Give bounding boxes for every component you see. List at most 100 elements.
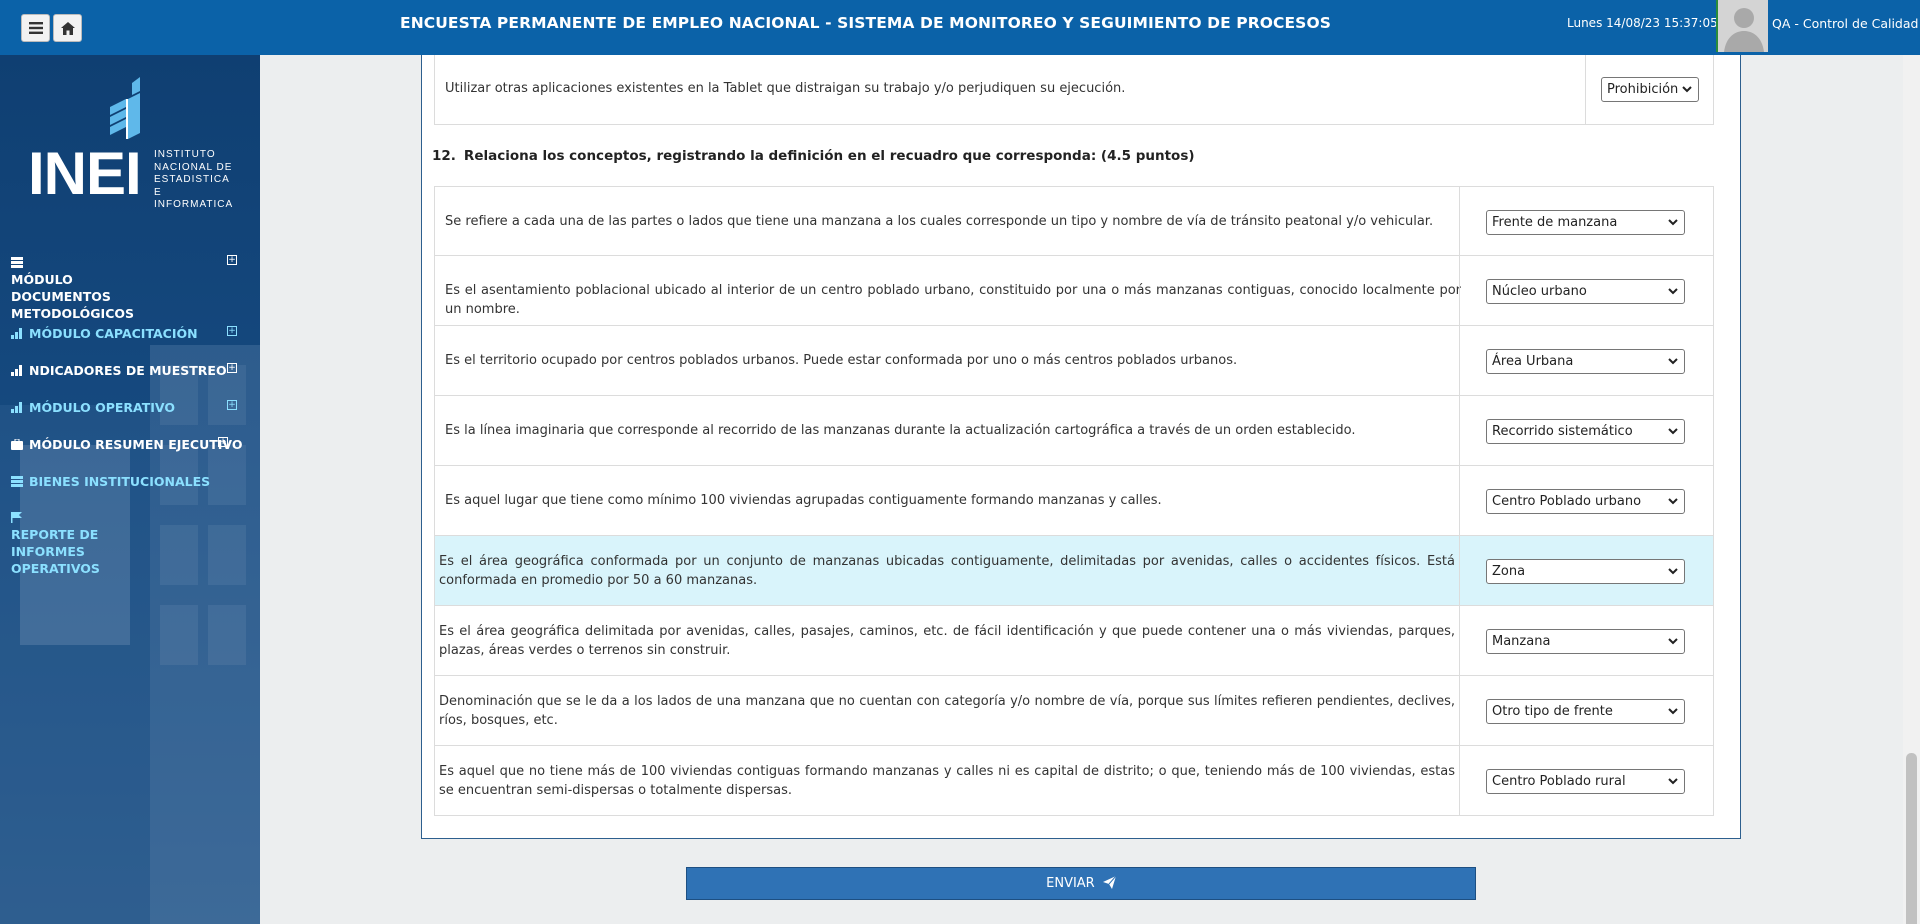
expand-plus-icon[interactable]: + xyxy=(227,255,237,265)
expand-plus-icon[interactable]: + xyxy=(218,437,228,447)
select-value: Centro Poblado rural xyxy=(1492,774,1626,789)
sidebar-item-label: MÓDULO RESUMEN EJECUTIVO xyxy=(29,437,243,452)
expand-plus-icon[interactable]: + xyxy=(227,363,237,373)
scrollbar-thumb[interactable] xyxy=(1906,753,1917,924)
row-divider xyxy=(1459,676,1460,745)
sidebar-item-label: REPORTE DE INFORMES OPERATIVOS xyxy=(11,527,100,576)
sidebar-item-label: MÓDULO OPERATIVO xyxy=(29,400,176,415)
sidebar-item-label: BIENES INSTITUCIONALES xyxy=(29,474,211,489)
answer-select[interactable]: Núcleo urbano xyxy=(1486,279,1685,304)
sidebar-item-bienes[interactable]: BIENES INSTITUCIONALES xyxy=(11,473,251,490)
prev-question-row: Utilizar otras aplicaciones existentes e… xyxy=(434,55,1714,125)
row-divider xyxy=(1459,466,1460,535)
answer-row: Denominación que se le da a los lados de… xyxy=(434,676,1714,746)
row-text: Es aquel lugar que tiene como mínimo 100… xyxy=(445,493,1162,508)
answer-row: Es el área geográfica delimitada por ave… xyxy=(434,606,1714,676)
row-text: Es el territorio ocupado por centros pob… xyxy=(445,353,1238,368)
chevron-down-icon xyxy=(1668,219,1678,226)
sidebar-item-label: NDICADORES DE MUESTREO xyxy=(29,363,227,378)
home-button[interactable] xyxy=(53,14,82,42)
row-text: Utilizar otras aplicaciones existentes e… xyxy=(445,81,1126,96)
answer-row: Es el territorio ocupado por centros pob… xyxy=(434,326,1714,396)
answer-row: Es el asentamiento poblacional ubicado a… xyxy=(434,256,1714,326)
row-text: Es el asentamiento poblacional ubicado a… xyxy=(445,283,1461,317)
question-text: Relaciona los conceptos, registrando la … xyxy=(463,148,1195,164)
answer-select[interactable]: Centro Poblado urbano xyxy=(1486,489,1685,514)
logo-institution-name: INSTITUTO NACIONAL DE ESTADISTICA E INFO… xyxy=(154,149,238,212)
chevron-down-icon xyxy=(1668,288,1678,295)
user-avatar[interactable] xyxy=(1716,0,1768,52)
bar-chart-icon xyxy=(11,365,22,376)
logo-inei-text: INEI xyxy=(28,140,142,207)
chevron-down-icon xyxy=(1668,778,1678,785)
answer-select[interactable]: Área Urbana xyxy=(1486,349,1685,374)
logo-line-1: INSTITUTO xyxy=(154,149,216,160)
row-divider xyxy=(1585,55,1586,124)
select-value: Prohibición xyxy=(1607,82,1679,97)
sidebar-item-capacitacion[interactable]: MÓDULO CAPACITACIÓN + xyxy=(11,325,251,342)
sidebar-item-label: MÓDULO CAPACITACIÓN xyxy=(29,326,198,341)
sidebar-item-operativo[interactable]: MÓDULO OPERATIVO + xyxy=(11,399,251,416)
sidebar-item-indicadores[interactable]: NDICADORES DE MUESTREO + xyxy=(11,362,251,379)
row-divider xyxy=(1459,606,1460,675)
answer-row: Se refiere a cada una de las partes o la… xyxy=(434,186,1714,256)
answer-select[interactable]: Zona xyxy=(1486,559,1685,584)
row-text: Es la línea imaginaria que corresponde a… xyxy=(445,423,1356,438)
page-title: ENCUESTA PERMANENTE DE EMPLEO NACIONAL -… xyxy=(400,14,1331,32)
row-divider xyxy=(1459,536,1460,605)
select-value: Núcleo urbano xyxy=(1492,284,1587,299)
row-text: Es el área geográfica conformada por un … xyxy=(439,554,1455,588)
expand-plus-icon[interactable]: + xyxy=(227,326,237,336)
flag-icon xyxy=(11,512,22,523)
expand-plus-icon[interactable]: + xyxy=(227,400,237,410)
submit-label: ENVIAR xyxy=(1046,876,1095,891)
select-value: Área Urbana xyxy=(1492,354,1574,369)
document-icon xyxy=(11,257,23,268)
user-silhouette-icon xyxy=(1718,0,1768,52)
answer-select[interactable]: Recorrido sistemático xyxy=(1486,419,1685,444)
chevron-down-icon xyxy=(1668,428,1678,435)
select-value: Frente de manzana xyxy=(1492,215,1618,230)
select-value: Centro Poblado urbano xyxy=(1492,494,1642,509)
home-icon xyxy=(60,21,75,35)
datetime-label: Lunes 14/08/23 15:37:05 xyxy=(1567,16,1718,30)
logo-line-3: ESTADISTICA E xyxy=(154,174,230,198)
page-scrollbar[interactable] xyxy=(1903,55,1920,924)
chevron-down-icon xyxy=(1668,568,1678,575)
answer-row: Es aquel lugar que tiene como mínimo 100… xyxy=(434,466,1714,536)
answer-select[interactable]: Otro tipo de frente xyxy=(1486,699,1685,724)
select-value: Otro tipo de frente xyxy=(1492,704,1613,719)
question-number: 12. xyxy=(432,148,456,164)
sidebar-item-reporte[interactable]: REPORTE DE INFORMES OPERATIVOS xyxy=(11,509,251,577)
answer-select[interactable]: Centro Poblado rural xyxy=(1486,769,1685,794)
user-role-label[interactable]: QA - Control de Calidad xyxy=(1772,16,1918,31)
chevron-down-icon xyxy=(1668,358,1678,365)
building-background-image xyxy=(0,345,260,924)
row-text: Denominación que se le da a los lados de… xyxy=(439,694,1455,728)
bar-chart-icon xyxy=(11,328,22,339)
row-divider xyxy=(1459,256,1460,325)
row-text: Es aquel que no tiene más de 100 viviend… xyxy=(439,764,1455,798)
answer-row-hovered: Es el área geográfica conformada por un … xyxy=(434,536,1714,606)
submit-button[interactable]: ENVIAR xyxy=(686,867,1476,900)
select-value: Recorrido sistemático xyxy=(1492,424,1633,439)
row-divider xyxy=(1459,187,1460,255)
prev-answer-select[interactable]: Prohibición xyxy=(1601,77,1699,102)
row-divider xyxy=(1459,746,1460,815)
answer-row: Es la línea imaginaria que corresponde a… xyxy=(434,396,1714,466)
row-divider xyxy=(1459,396,1460,465)
table-icon xyxy=(11,476,23,487)
row-text: Se refiere a cada una de las partes o la… xyxy=(445,214,1434,229)
row-text: Es el área geográfica delimitada por ave… xyxy=(439,624,1455,658)
question-title: 12. Relaciona los conceptos, registrando … xyxy=(432,148,1195,164)
inei-logo: INEI INSTITUTO NACIONAL DE ESTADISTICA E… xyxy=(28,77,238,212)
top-bar: ENCUESTA PERMANENTE DE EMPLEO NACIONAL -… xyxy=(0,0,1920,55)
row-divider xyxy=(1459,326,1460,395)
sidebar-item-documentos[interactable]: MÓDULO DOCUMENTOS METODOLÓGICOS + xyxy=(11,254,251,322)
logo-line-4: INFORMATICA xyxy=(154,199,234,210)
sidebar-item-resumen-ejecutivo[interactable]: MÓDULO RESUMEN EJECUTIVO + xyxy=(11,436,251,453)
answer-select[interactable]: Manzana xyxy=(1486,629,1685,654)
hamburger-menu-button[interactable] xyxy=(21,14,50,42)
answer-select[interactable]: Frente de manzana xyxy=(1486,210,1685,235)
paper-plane-icon xyxy=(1102,875,1117,889)
